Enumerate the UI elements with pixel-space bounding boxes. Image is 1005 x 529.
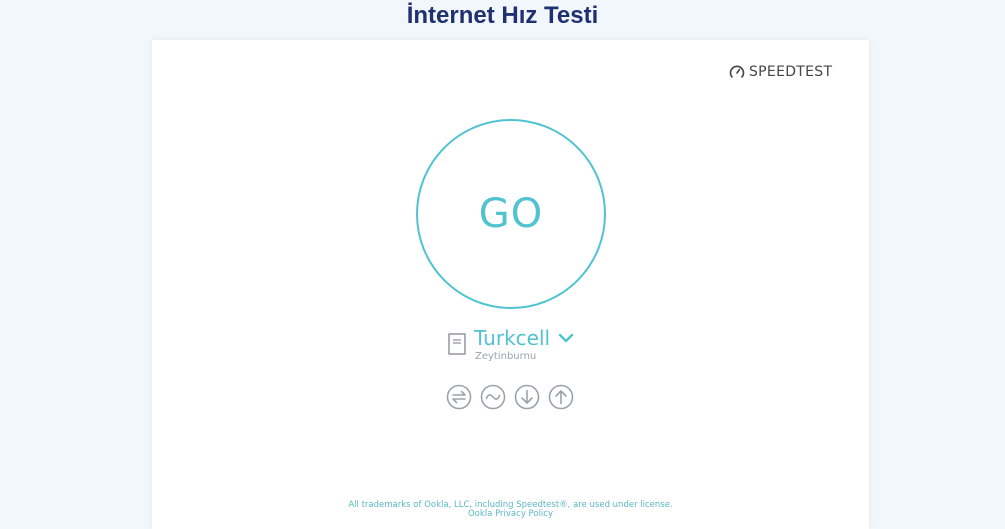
ping-icon[interactable]: [446, 384, 472, 410]
page-title: İnternet Hız Testi: [406, 2, 599, 29]
speedometer-icon: [729, 65, 745, 78]
go-button[interactable]: GO: [416, 119, 606, 309]
metric-icons: [446, 384, 574, 410]
server-icon: [448, 333, 466, 355]
brand-name: SPEEDTEST: [749, 64, 833, 80]
privacy-policy-link[interactable]: Ookla Privacy Policy: [468, 509, 553, 519]
go-label: GO: [478, 191, 544, 237]
download-icon[interactable]: [514, 384, 540, 410]
footer: All trademarks of Ookla, LLC, including …: [152, 501, 869, 519]
speedtest-logo[interactable]: SPEEDTEST: [729, 63, 832, 81]
jitter-icon[interactable]: [480, 384, 506, 410]
upload-icon[interactable]: [548, 384, 574, 410]
speedtest-widget: SPEEDTEST GO Turkcell Zeytinburnu All tr…: [152, 40, 869, 529]
server-location: Zeytinburnu: [475, 351, 537, 362]
server-provider[interactable]: Turkcell: [474, 326, 550, 350]
chevron-down-icon[interactable]: [558, 332, 574, 344]
